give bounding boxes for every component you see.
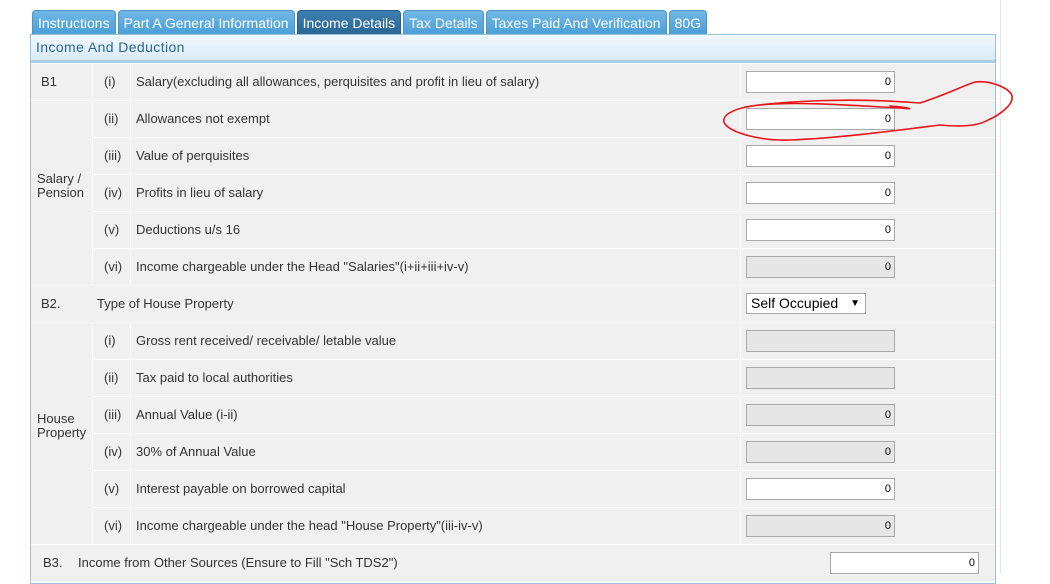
salary-row-6: (vi) Income chargeable under the Head "Sa…: [31, 249, 995, 285]
row-description: Salary(excluding all allowances, perquis…: [136, 74, 540, 89]
amount-field: [746, 367, 895, 389]
amount-field[interactable]: 0: [746, 219, 895, 241]
select-value: Self Occupied: [751, 295, 839, 311]
amount-field: [746, 330, 895, 352]
house-label-line1: House: [37, 411, 75, 426]
b3-code: B3.: [43, 555, 63, 570]
row-description: Value of perquisites: [136, 148, 250, 163]
tab-taxes-paid-and-verification[interactable]: Taxes Paid And Verification: [485, 10, 667, 34]
house-row-5: (v) Interest payable on borrowed capital 0: [31, 471, 995, 507]
salary-label-line1: Salary /: [37, 171, 82, 186]
amount-field: 0: [746, 256, 895, 278]
amount-field[interactable]: 0: [746, 478, 895, 500]
salary-row-3: (iii) Value of perquisites 0: [31, 138, 995, 174]
b1-code: B1: [41, 74, 57, 89]
row-number: (v): [104, 481, 120, 496]
amount-field[interactable]: 0: [746, 182, 895, 204]
salary-row-2: (ii) Allowances not exempt 0: [31, 101, 995, 137]
row-number: (i): [104, 333, 116, 348]
house-row-3: (iii) Annual Value (i-ii) 0: [31, 397, 995, 433]
b3-row: B3. Income from Other Sources (Ensure to …: [31, 545, 995, 581]
house-row-1: (i) Gross rent received/ receivable/ leta…: [31, 323, 995, 359]
row-number: (iii): [104, 407, 122, 422]
tab-part-a-general-information[interactable]: Part A General Information: [117, 10, 295, 34]
salary-label-line2: Pension: [37, 185, 84, 200]
tab-income-details[interactable]: Income Details: [296, 10, 402, 34]
row-number: (ii): [104, 370, 119, 385]
row-description: Profits in lieu of salary: [136, 185, 264, 200]
salary-row-5: (v) Deductions u/s 16 0: [31, 212, 995, 248]
row-description: Allowances not exempt: [136, 111, 270, 126]
amount-field: 0: [746, 441, 895, 463]
column-divider: [740, 64, 741, 545]
house-row-2: (ii) Tax paid to local authorities: [31, 360, 995, 396]
row-number: (iv): [104, 185, 123, 200]
row-description: Annual Value (i-ii): [136, 407, 238, 422]
tab-80g[interactable]: 80G: [668, 10, 707, 34]
row-description: Tax paid to local authorities: [136, 370, 293, 385]
house-property-label: House Property: [31, 323, 92, 544]
column-divider: [92, 323, 93, 545]
row-description: 30% of Annual Value: [136, 444, 256, 459]
row-number: (i): [104, 74, 116, 89]
row-number: (iii): [104, 148, 122, 163]
amount-field[interactable]: 0: [746, 71, 895, 93]
b2-code: B2.: [41, 296, 61, 311]
row-description: Deductions u/s 16: [136, 222, 241, 237]
row-number: (vi): [104, 259, 123, 274]
row-description: Income chargeable under the Head "Salari…: [136, 259, 469, 274]
row-number: (ii): [104, 111, 119, 126]
b3-description: Income from Other Sources (Ensure to Fil…: [78, 555, 398, 570]
column-divider: [92, 64, 93, 286]
house-property-type-select[interactable]: Self Occupied ▼: [746, 293, 866, 314]
house-row-6: (vi) Income chargeable under the head "Ho…: [31, 508, 995, 544]
tab-tax-details[interactable]: Tax Details: [403, 10, 484, 34]
salary-row-1: (i) Salary(excluding all allowances, perq…: [31, 64, 995, 100]
section-title: Income And Deduction: [31, 35, 995, 63]
row-number: (v): [104, 222, 120, 237]
amount-field[interactable]: 0: [746, 108, 895, 130]
house-label-line2: Property: [37, 425, 87, 440]
amount-field: 0: [746, 404, 895, 426]
row-number: (iv): [104, 444, 123, 459]
row-description: Income chargeable under the head "House …: [136, 518, 483, 533]
b2-row: B2. Type of House Property Self Occupied ▼: [31, 286, 995, 322]
salary-pension-label: Salary / Pension: [31, 101, 92, 285]
tab-instructions[interactable]: Instructions: [32, 10, 116, 34]
salary-row-4: (iv) Profits in lieu of salary 0: [31, 175, 995, 211]
other-sources-amount-field[interactable]: 0: [830, 552, 979, 574]
column-divider: [130, 323, 131, 545]
tab-bar: Instructions Part A General Information …: [32, 10, 707, 34]
page-edge-line: [1000, 0, 1001, 573]
amount-field: 0: [746, 515, 895, 537]
chevron-down-icon: ▼: [850, 298, 860, 309]
column-divider: [130, 64, 131, 286]
house-row-4: (iv) 30% of Annual Value 0: [31, 434, 995, 470]
b2-description: Type of House Property: [97, 296, 234, 311]
row-description: Interest payable on borrowed capital: [136, 481, 346, 496]
row-number: (vi): [104, 518, 123, 533]
amount-field[interactable]: 0: [746, 145, 895, 167]
row-description: Gross rent received/ receivable/ letable…: [136, 333, 397, 348]
